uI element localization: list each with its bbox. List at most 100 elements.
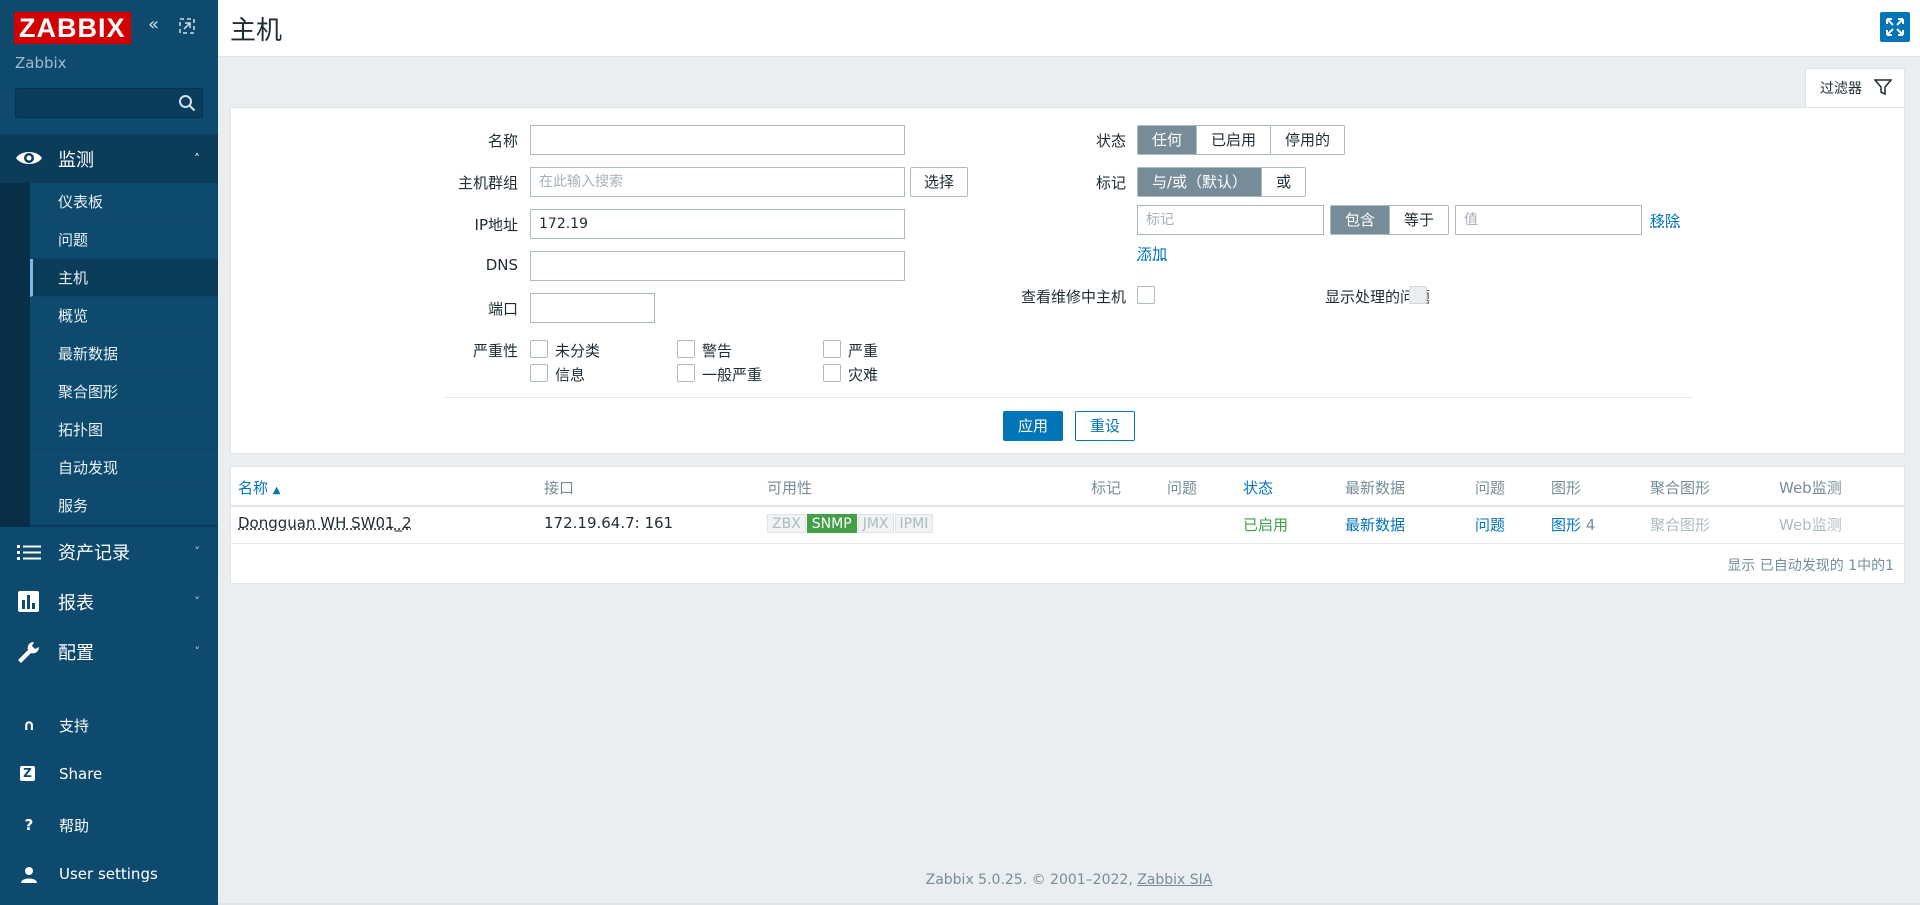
sidebar-search[interactable] <box>15 88 203 118</box>
tag-op-equals[interactable]: 等于 <box>1390 206 1449 234</box>
remove-tag-link[interactable]: 移除 <box>1650 210 1680 231</box>
nav-share[interactable]: Z Share <box>0 750 218 800</box>
latest-data-link[interactable]: 最新数据 <box>1345 514 1405 535</box>
col-name[interactable]: 名称 ▲ <box>238 477 281 498</box>
fullscreen-icon <box>1886 18 1904 36</box>
search-icon[interactable] <box>178 94 196 112</box>
nav-support[interactable]: ∩ 支持 <box>0 700 218 750</box>
nav-help-label: 帮助 <box>59 817 90 835</box>
severity-label-average: 一般严重 <box>702 366 763 384</box>
nav-help[interactable]: ? 帮助 <box>0 800 218 850</box>
bar-chart-icon <box>18 591 39 612</box>
severity-checkbox-information[interactable] <box>530 364 548 382</box>
jmx-badge: JMX <box>857 514 894 533</box>
col-tags: 标记 <box>1091 479 1122 497</box>
port-label: 端口 <box>487 300 518 318</box>
nav-share-label: Share <box>59 765 103 783</box>
chevron-down-icon: ˅ <box>194 545 201 558</box>
zabbix-logo[interactable]: ZABBIX <box>14 12 131 44</box>
graphs-cell: 图形 4 <box>1551 514 1595 535</box>
status-disabled[interactable]: 停用的 <box>1271 126 1345 154</box>
col-latest-data: 最新数据 <box>1345 479 1406 497</box>
severity-checkbox-not-classified[interactable] <box>530 340 548 358</box>
severity-label-disaster: 灾难 <box>848 366 879 384</box>
severity-checkbox-warning[interactable] <box>677 340 695 358</box>
sub-item-maps[interactable]: 拓扑图 <box>30 411 218 449</box>
apply-button[interactable]: 应用 <box>1003 411 1063 441</box>
nav-support-label: 支持 <box>59 717 90 735</box>
status-enabled[interactable]: 已启用 <box>1197 126 1272 154</box>
severity-checkbox-disaster[interactable] <box>823 364 841 382</box>
nav-monitoring[interactable]: 监测 ˄ <box>0 134 218 183</box>
col-graphs: 图形 <box>1551 479 1582 497</box>
ip-input[interactable]: 172.19 <box>530 209 905 239</box>
maintenance-checkbox[interactable] <box>1137 286 1155 304</box>
add-tag-link[interactable]: 添加 <box>1137 243 1167 264</box>
sub-item-screens[interactable]: 聚合图形 <box>30 373 218 411</box>
filter-icon <box>1874 79 1892 96</box>
nav-user-settings[interactable]: User settings <box>0 850 218 900</box>
sub-item-overview[interactable]: 概览 <box>30 297 218 335</box>
filter-panel <box>230 107 1905 454</box>
footer-link[interactable]: Zabbix SIA <box>1137 872 1212 888</box>
hostgroup-label: 主机群组 <box>457 174 518 192</box>
name-label: 名称 <box>487 132 518 150</box>
nav-reports[interactable]: 报表 ˅ <box>0 577 218 627</box>
severity-checkbox-high[interactable] <box>823 340 841 358</box>
tag-eval-or[interactable]: 或 <box>1262 168 1306 196</box>
host-status-link[interactable]: 已启用 <box>1243 514 1288 535</box>
page-title: 主机 <box>230 16 283 46</box>
nav-monitoring-label: 监测 <box>58 149 94 171</box>
status-label: 状态 <box>1095 132 1126 150</box>
eye-icon <box>16 152 42 164</box>
sub-item-dashboard[interactable]: 仪表板 <box>30 183 218 221</box>
graphs-link[interactable]: 图形 <box>1551 516 1581 534</box>
sub-item-discovery[interactable]: 自动发现 <box>30 449 218 487</box>
page-footer: Zabbix 5.0.25. © 2001–2022, Zabbix SIA <box>218 872 1920 888</box>
name-input[interactable] <box>530 125 905 155</box>
tag-value-input[interactable]: 值 <box>1455 205 1642 235</box>
user-icon <box>21 867 37 883</box>
dns-input[interactable] <box>530 251 905 281</box>
sub-item-problems[interactable]: 问题 <box>30 221 218 259</box>
status-any[interactable]: 任何 <box>1138 126 1198 154</box>
maintenance-label: 查看维修中主机 <box>1020 288 1126 306</box>
severity-checkbox-average[interactable] <box>677 364 695 382</box>
sub-item-hosts[interactable]: 主机 <box>30 259 218 297</box>
nav-inventory[interactable]: 资产记录 ˅ <box>0 527 218 577</box>
fullscreen-button[interactable] <box>1880 12 1910 42</box>
select-hostgroup-button[interactable]: 选择 <box>910 167 968 197</box>
monitoring-submenu: 仪表板 问题 主机 概览 最新数据 聚合图形 拓扑图 自动发现 服务 <box>0 183 218 527</box>
tag-eval-and-or[interactable]: 与/或（默认） <box>1138 168 1263 196</box>
filter-tab-label: 过滤器 <box>1820 81 1862 97</box>
screens-cell: 聚合图形 <box>1650 516 1711 534</box>
availability-badges: ZBX SNMP JMX IPMI <box>767 514 934 533</box>
reset-button[interactable]: 重设 <box>1075 411 1135 441</box>
nav-configuration[interactable]: 配置 ˅ <box>0 627 218 677</box>
ipmi-badge: IPMI <box>894 514 934 533</box>
nav-reports-label: 报表 <box>58 593 94 614</box>
chevron-up-icon: ˄ <box>194 152 200 166</box>
chevron-down-icon: ˅ <box>194 645 201 658</box>
sub-item-latest-data[interactable]: 最新数据 <box>30 335 218 373</box>
wrench-icon <box>18 641 40 663</box>
collapse-sidebar-icon[interactable]: « <box>148 14 159 35</box>
share-z-icon: Z <box>20 766 35 781</box>
zbx-badge: ZBX <box>767 514 806 533</box>
hostgroup-input[interactable]: 在此输入搜索 <box>530 167 905 197</box>
problems-link[interactable]: 问题 <box>1475 514 1505 535</box>
filter-tab[interactable]: 过滤器 <box>1805 68 1905 108</box>
col-status[interactable]: 状态 <box>1243 477 1273 498</box>
host-name-link[interactable]: Dongguan WH SW01_2 <box>238 514 412 532</box>
list-icon <box>17 545 41 560</box>
tag-name-input[interactable]: 标记 <box>1137 205 1324 235</box>
tag-op-contains[interactable]: 包含 <box>1331 206 1391 234</box>
sub-item-services[interactable]: 服务 <box>30 487 218 525</box>
help-icon: ? <box>24 816 34 834</box>
kiosk-mode-icon[interactable] <box>178 17 196 40</box>
col-web: Web监测 <box>1779 479 1842 497</box>
snmp-badge: SNMP <box>806 514 857 533</box>
port-input[interactable] <box>530 293 655 323</box>
sidebar-search-input[interactable] <box>16 89 166 117</box>
page-header: 主机 <box>218 0 1920 57</box>
